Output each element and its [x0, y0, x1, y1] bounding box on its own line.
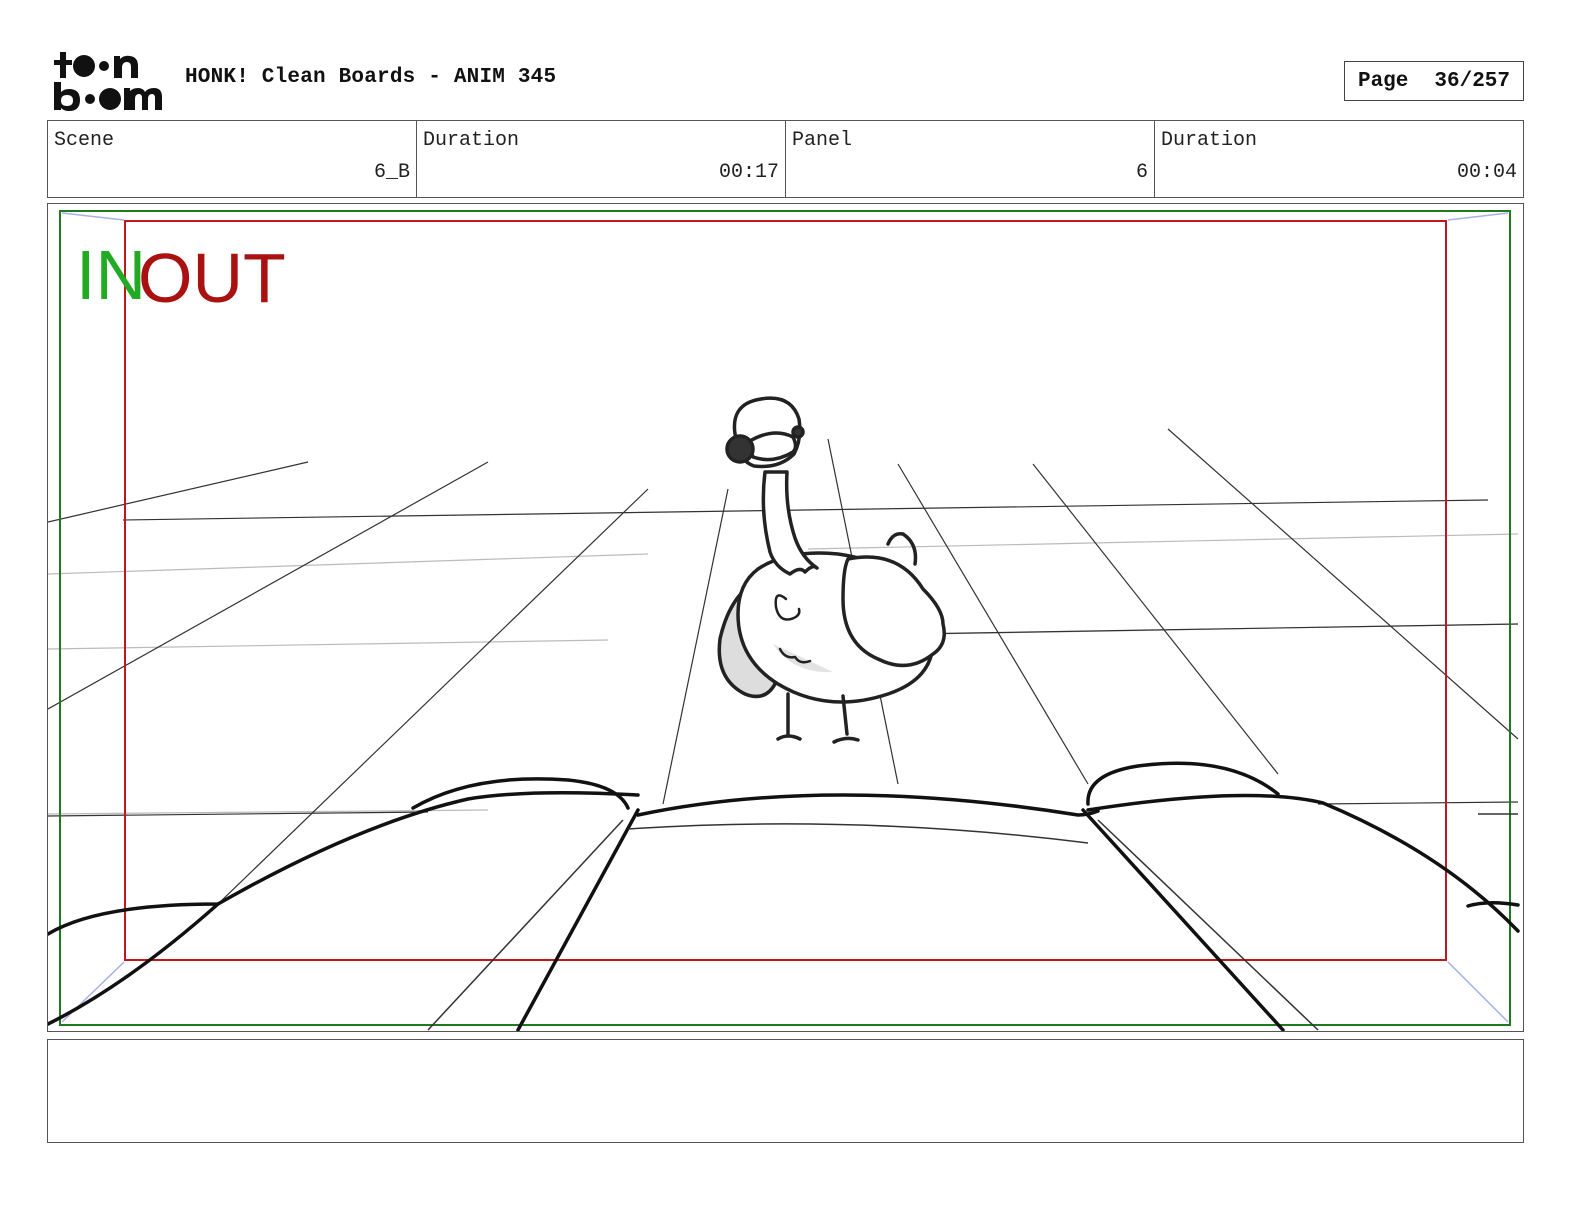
document-title: HONK! Clean Boards - ANIM 345: [185, 66, 557, 89]
panel-notes-box: [47, 1039, 1524, 1143]
panel-cell: Panel 6: [786, 121, 1155, 197]
out-label: OUT: [138, 239, 286, 317]
scene-duration-label: Duration: [423, 129, 520, 152]
scene-duration-value: 00:17: [718, 161, 779, 184]
panel-duration-cell: Duration 00:04: [1155, 121, 1523, 197]
scene-duration-cell: Duration 00:17: [417, 121, 786, 197]
in-label: IN: [76, 236, 146, 314]
page-label: Page: [1357, 69, 1409, 93]
desk-detail-lines: [427, 813, 1518, 1031]
foreground-desks: [48, 761, 1520, 1031]
scene-cell: Scene 6_B: [48, 121, 417, 197]
panel-duration-value: 00:04: [1456, 161, 1517, 184]
toon-boom-logo: [52, 50, 164, 112]
panel-drawing: IN OUT: [48, 210, 1520, 1031]
panel-duration-label: Duration: [1161, 129, 1258, 152]
goose-character: [717, 396, 946, 744]
scene-value: 6_B: [373, 161, 410, 184]
page-number: 36/257: [1434, 69, 1511, 93]
panel-label: Panel: [792, 129, 853, 152]
toon-boom-logo-graphic: [54, 52, 162, 111]
page-indicator: Page 36/257: [1344, 61, 1524, 101]
storyboard-panel: IN OUT: [47, 203, 1524, 1032]
panel-value: 6: [1135, 161, 1148, 184]
scene-label: Scene: [54, 129, 115, 152]
scene-info-row: Scene 6_B Duration 00:17 Panel 6 Duratio…: [47, 120, 1524, 198]
